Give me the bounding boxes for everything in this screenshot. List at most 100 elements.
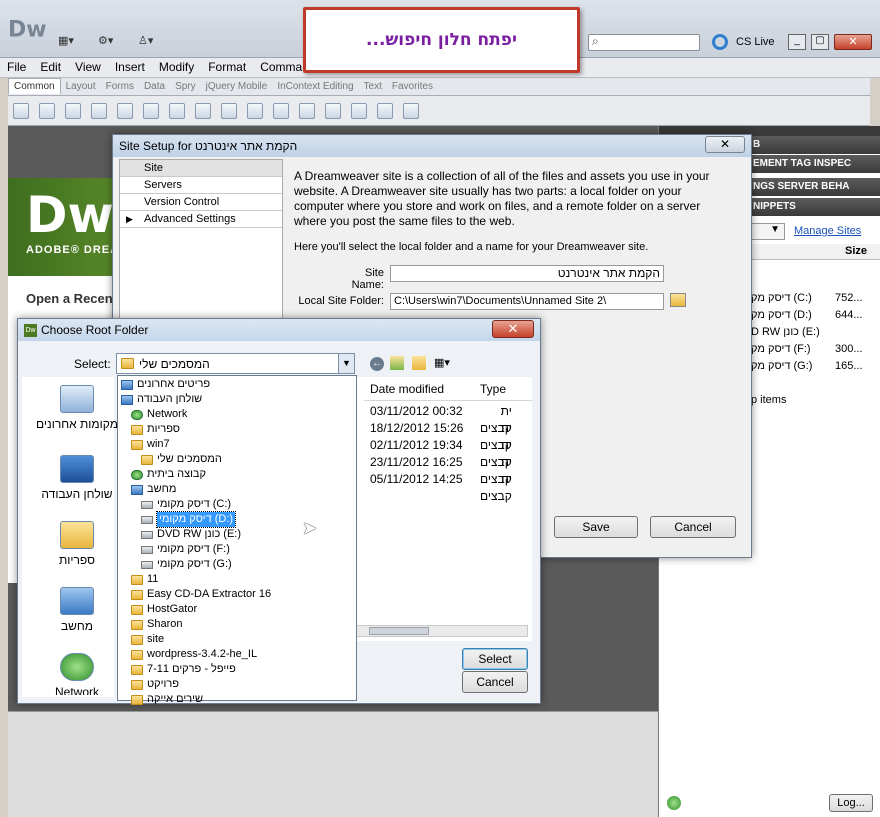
up-folder-icon[interactable] <box>390 356 404 370</box>
nav-site[interactable]: Site <box>120 160 282 177</box>
server-side-include-icon[interactable] <box>273 103 289 119</box>
local-folder-input[interactable]: C:\Users\win7\Documents\Unnamed Site 2\ <box>390 293 664 310</box>
layout-menu-icon[interactable]: ▦▾ <box>58 34 74 50</box>
tab-incontext-editing[interactable]: InContext Editing <box>272 79 358 94</box>
tab-forms[interactable]: Forms <box>101 79 139 94</box>
dropdown-item-user[interactable]: win7 <box>118 437 356 452</box>
file-row[interactable]: D RW כונן (E:) <box>751 326 879 343</box>
menu-modify[interactable]: Modify <box>152 58 201 76</box>
dropdown-item-network[interactable]: Network <box>118 407 356 422</box>
dropdown-item-folder[interactable]: HostGator <box>118 602 356 617</box>
dropdown-item-dvd-e[interactable]: DVD RW כונן (E:) <box>118 527 356 542</box>
media-icon[interactable] <box>195 103 211 119</box>
dropdown-item-desktop[interactable]: שולחן העבודה <box>118 392 356 407</box>
email-link-icon[interactable] <box>39 103 55 119</box>
cancel-button[interactable]: Cancel <box>462 671 528 693</box>
view-menu-icon[interactable]: ▦▾ <box>434 356 456 370</box>
site-manager-icon[interactable]: ♙▾ <box>138 34 153 50</box>
tab-data[interactable]: Data <box>139 79 170 94</box>
connect-status-icon[interactable] <box>667 796 681 810</box>
tab-favorites[interactable]: Favorites <box>387 79 438 94</box>
back-icon[interactable]: ← <box>370 357 384 371</box>
chevron-down-icon[interactable]: ▼ <box>338 354 354 373</box>
close-dialog-button[interactable]: ✕ <box>492 320 534 338</box>
head-icon[interactable] <box>325 103 341 119</box>
menu-view[interactable]: View <box>68 58 108 76</box>
expand-arrow-icon[interactable]: ▶ <box>126 211 133 228</box>
file-row[interactable]: 05/11/2012 14:25 ית קבצים <box>370 471 512 503</box>
templates-icon[interactable] <box>377 103 393 119</box>
comment-icon[interactable] <box>299 103 315 119</box>
site-name-input[interactable]: הקמת אתר אינטרנט <box>390 265 664 282</box>
script-icon[interactable] <box>351 103 367 119</box>
file-row[interactable]: 03/11/2012 00:32 ית קבצים <box>370 403 512 435</box>
close-icon[interactable]: ✕ <box>705 136 745 153</box>
tab-spry[interactable]: Spry <box>170 79 201 94</box>
select-button[interactable]: Select <box>462 648 528 670</box>
menu-edit[interactable]: Edit <box>33 58 68 76</box>
dropdown-item-computer[interactable]: מחשב <box>118 482 356 497</box>
tab-jquery-mobile[interactable]: jQuery Mobile <box>201 79 273 94</box>
file-row[interactable]: 18/12/2012 15:26 ית קבצים <box>370 420 512 452</box>
dropdown-item-folder[interactable]: Easy CD-DA Extractor 16 <box>118 587 356 602</box>
file-row[interactable]: דיסק מק (F:) 300... <box>751 343 879 360</box>
dropdown-item-my-documents[interactable]: המסמכים שלי <box>118 452 356 467</box>
tab-layout[interactable]: Layout <box>61 79 101 94</box>
dropdown-item-folder[interactable]: 11 <box>118 572 356 587</box>
dropdown-item-drive-f[interactable]: דיסק מקומי (F:) <box>118 542 356 557</box>
close-app-button[interactable]: ✕ <box>834 34 872 50</box>
file-row[interactable]: דיסק מק (C:) 752... <box>751 292 879 309</box>
browse-folder-icon[interactable] <box>670 293 686 307</box>
date-modified-header[interactable]: Date modified <box>370 382 444 396</box>
dropdown-item-folder[interactable]: Sharon <box>118 617 356 632</box>
log-button[interactable]: Log... <box>829 794 873 812</box>
scrollbar-thumb[interactable] <box>369 627 429 635</box>
panel-tab-settings[interactable]: NGS SERVER BEHA <box>749 178 880 196</box>
nav-servers[interactable]: Servers <box>120 177 282 194</box>
tab-common[interactable]: Common <box>8 78 61 94</box>
horizontal-scrollbar[interactable] <box>356 625 528 637</box>
file-row[interactable]: דיסק מק (D:) 644... <box>751 309 879 326</box>
size-column-header[interactable]: Size <box>845 245 867 257</box>
dropdown-item-folder[interactable]: site <box>118 632 356 647</box>
dropdown-item-recent[interactable]: פריטים אחרונים <box>118 377 356 392</box>
dropdown-item-folder[interactable]: שירים אייקה <box>118 692 356 707</box>
file-row[interactable]: 02/11/2012 19:34 ית קבצים <box>370 437 512 469</box>
div-icon[interactable] <box>143 103 159 119</box>
images-icon[interactable] <box>169 103 185 119</box>
place-computer[interactable]: מחשב <box>36 587 118 633</box>
hyperlink-icon[interactable] <box>13 103 29 119</box>
new-folder-icon[interactable] <box>412 356 426 370</box>
dropdown-item-homegroup[interactable]: קבוצה ביתית <box>118 467 356 482</box>
nav-version-control[interactable]: Version Control <box>120 194 282 211</box>
site-setup-cancel-button[interactable]: Cancel <box>650 516 736 538</box>
cs-live-icon[interactable] <box>712 34 728 50</box>
place-network[interactable]: Network <box>36 653 118 695</box>
file-row[interactable]: 23/11/2012 16:25 ית קבצים <box>370 454 512 486</box>
menu-format[interactable]: Format <box>201 58 253 76</box>
minimize-button[interactable]: _ <box>788 34 806 50</box>
place-desktop[interactable]: שולחן העבודה <box>36 455 118 501</box>
dropdown-item-folder[interactable]: פייפל - פרקים 7-11 <box>118 662 356 677</box>
dropdown-item-drive-c[interactable]: דיסק מקומי (C:) <box>118 497 356 512</box>
dropdown-item-drive-g[interactable]: דיסק מקומי (G:) <box>118 557 356 572</box>
panel-tab-snippets[interactable]: NIPPETS <box>749 198 880 216</box>
site-dropdown[interactable]: ▼ <box>751 223 785 240</box>
menu-file[interactable]: File <box>0 58 33 76</box>
horizontal-rule-icon[interactable] <box>91 103 107 119</box>
date-icon[interactable] <box>247 103 263 119</box>
dropdown-item-drive-d[interactable]: דיסק מקומי (D:) <box>118 511 356 528</box>
panel-tab-element[interactable]: EMENT TAG INSPEC <box>749 155 880 173</box>
dropdown-item-folder[interactable]: wordpress-3.4.2-he_IL <box>118 647 356 662</box>
nav-advanced-settings[interactable]: ▶ Advanced Settings <box>120 211 282 228</box>
look-in-select[interactable]: המסמכים שלי ▼ <box>116 353 355 374</box>
cs-live-label[interactable]: CS Live <box>736 36 775 48</box>
type-header[interactable]: Type <box>480 382 506 396</box>
tab-text[interactable]: Text <box>359 79 387 94</box>
panel-tab-b[interactable]: B <box>749 136 880 154</box>
manage-sites-link[interactable]: Manage Sites <box>794 225 861 237</box>
place-recent[interactable]: מקומות אחרונים <box>36 385 118 431</box>
help-search-input[interactable]: ⌕ <box>588 34 700 51</box>
table-icon[interactable] <box>117 103 133 119</box>
place-libraries[interactable]: ספריות <box>36 521 118 567</box>
